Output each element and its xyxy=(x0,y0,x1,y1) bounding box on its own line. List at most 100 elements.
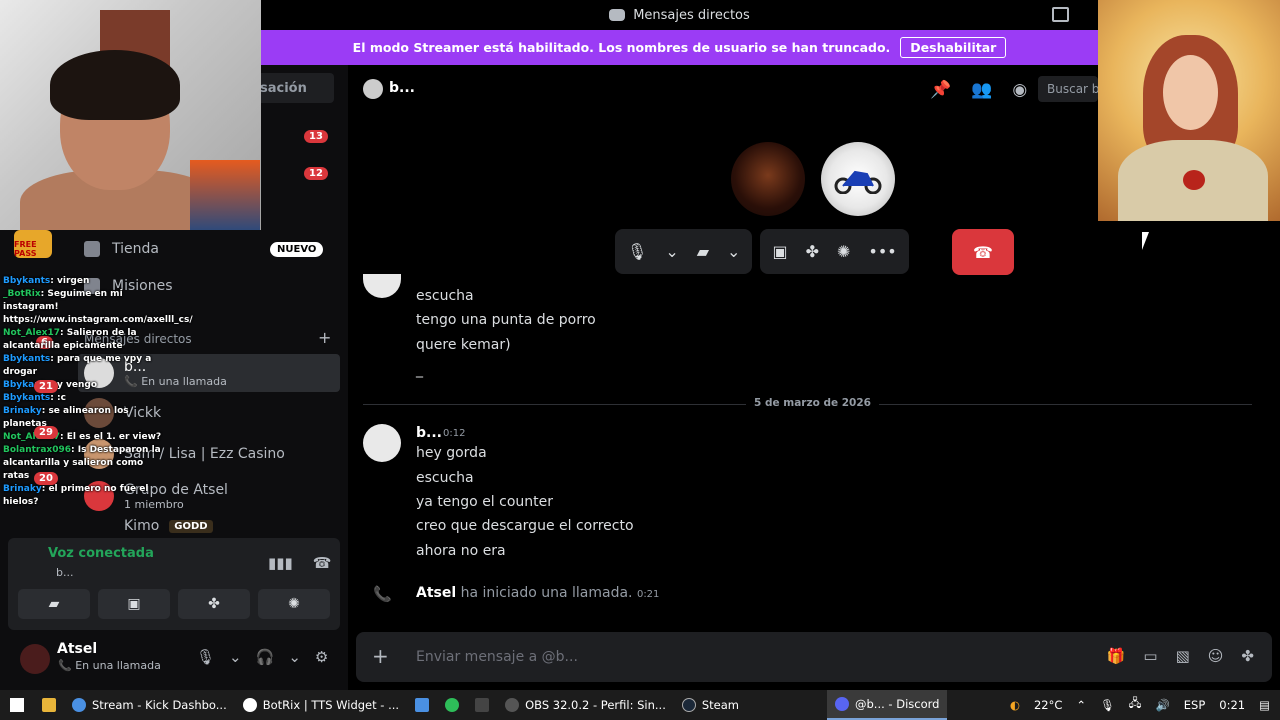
message-text: ahora no era xyxy=(416,543,506,559)
voice-activity-icon[interactable]: ▮▮▮ xyxy=(268,554,293,572)
temperature[interactable]: 22°C xyxy=(1034,698,1062,712)
soundboard-icon[interactable]: ✺ xyxy=(837,242,850,261)
disable-streamer-button[interactable]: Deshabilitar xyxy=(900,37,1007,58)
network-icon[interactable]: 🖧 xyxy=(1129,696,1142,715)
participant-avatar[interactable] xyxy=(731,142,805,216)
message-text: hey gorda xyxy=(416,445,487,461)
user-avatar[interactable] xyxy=(20,644,50,674)
message-text: escucha xyxy=(416,288,474,304)
mic-icon[interactable]: 🎙 xyxy=(196,648,215,666)
taskbar-item-steam[interactable]: Steam xyxy=(674,690,747,720)
user-status: 📞 En una llamada xyxy=(58,659,161,672)
language[interactable]: ESP xyxy=(1184,698,1206,712)
attach-icon[interactable]: + xyxy=(372,644,389,668)
volume-icon[interactable]: 🔊 xyxy=(1155,698,1169,712)
search-input[interactable]: Buscar b xyxy=(1038,76,1098,102)
create-dm-icon[interactable]: + xyxy=(318,328,331,347)
chat-message: Bbykants: virgen xyxy=(3,276,90,286)
camera-off-icon[interactable]: ▰ xyxy=(697,242,709,261)
gift-icon[interactable]: 🎁 xyxy=(1107,647,1126,665)
terminal-button[interactable] xyxy=(467,690,497,720)
mail-button[interactable] xyxy=(407,690,437,720)
conversation-search[interactable]: sación xyxy=(252,73,334,103)
weather-icon[interactable]: ◐ xyxy=(1010,698,1020,712)
notifications-icon[interactable]: ▤ xyxy=(1259,698,1270,712)
taskbar-item-kick[interactable]: Stream - Kick Dashbo... xyxy=(64,690,235,720)
sacred-heart xyxy=(1183,170,1205,190)
chevron-down-icon[interactable]: ⌄ xyxy=(288,648,301,666)
composer-placeholder: Enviar mensaje a @b... xyxy=(416,649,578,665)
streamer-hair xyxy=(50,50,180,120)
nav-store[interactable]: Tienda xyxy=(84,241,159,257)
chrome-button[interactable] xyxy=(437,690,467,720)
more-icon[interactable]: ••• xyxy=(868,242,896,261)
chat-message: Brinaky: se alinearon los planetas xyxy=(3,406,129,429)
call-log-entry: Atsel ha iniciado una llamada. 0:21 xyxy=(416,585,659,601)
botrix-icon xyxy=(242,698,257,712)
sticker-icon[interactable]: ▧ xyxy=(1176,647,1190,665)
message-list: escucha tengo una punta de porro quere k… xyxy=(348,274,1280,625)
disconnect-icon[interactable]: ☎ xyxy=(313,554,332,572)
chat-message: Not_Alex17: El es el 1. er view? xyxy=(3,432,162,442)
chevron-down-icon[interactable]: ⌄ xyxy=(229,648,242,666)
screen-share-icon[interactable]: ▣ xyxy=(772,242,787,261)
header-avatar xyxy=(363,79,383,99)
chat-message: Bbykants: para que me vpy a drogar xyxy=(3,354,152,377)
overlay-count-badge: 21 xyxy=(34,380,58,393)
portrait-face xyxy=(1163,55,1218,130)
folder-icon xyxy=(42,698,56,712)
emoji-icon[interactable]: ☺ xyxy=(1208,647,1224,665)
chevron-down-icon[interactable]: ⌄ xyxy=(665,242,678,261)
avatar xyxy=(363,274,401,298)
window-title: Mensajes directos xyxy=(633,7,750,23)
header-name[interactable]: b... xyxy=(389,80,415,96)
clock[interactable]: 0:21 xyxy=(1219,698,1245,712)
file-explorer-button[interactable] xyxy=(34,690,64,720)
unread-badge: 12 xyxy=(304,167,328,180)
message-text: tengo una punta de porro xyxy=(416,312,596,328)
chat-message: Bbykants: y vengo xyxy=(3,380,98,390)
soundboard-button[interactable]: ✺ xyxy=(258,589,330,619)
message-timestamp: 0:12 xyxy=(443,428,466,439)
window-title-bar: Mensajes directos xyxy=(261,0,1098,30)
user-controls: 🎙 ⌄ 🎧 ⌄ ⚙ xyxy=(196,648,328,666)
phone-icon: 📞 xyxy=(373,585,392,603)
system-tray: ◐ 22°C ⌃ 🎙 🖧 🔊 ESP 0:21 ▤ xyxy=(1010,690,1270,720)
dm-tag: GODD xyxy=(169,519,213,533)
call-log-text: ha iniciado una llamada. xyxy=(460,585,633,601)
start-button[interactable] xyxy=(0,690,34,720)
gif-icon[interactable]: ▭ xyxy=(1143,647,1157,665)
message-author[interactable]: b... xyxy=(416,425,442,441)
chat-message: Bbykants: :c xyxy=(3,393,66,403)
add-friend-icon[interactable]: 👥 xyxy=(971,80,992,100)
call-log-user[interactable]: Atsel xyxy=(416,585,456,601)
hang-up-button[interactable]: ☎ xyxy=(952,229,1014,275)
taskbar-item-discord[interactable]: @b... - Discord xyxy=(827,690,948,720)
windows-icon xyxy=(10,698,24,712)
message-composer[interactable]: + Enviar mensaje a @b... 🎁 ▭ ▧ ☺ ✤ xyxy=(356,632,1272,682)
mic-icon[interactable]: 🎙 xyxy=(627,242,647,261)
activities-button[interactable]: ✤ xyxy=(178,589,250,619)
discord-icon xyxy=(609,9,626,21)
mail-icon xyxy=(415,698,430,712)
profile-icon[interactable]: ◉ xyxy=(1012,80,1027,100)
discord-icon xyxy=(835,697,849,711)
chevron-up-icon[interactable]: ⌃ xyxy=(1076,698,1086,712)
webcam-left xyxy=(0,0,261,230)
headphones-icon[interactable]: 🎧 xyxy=(256,648,275,666)
author-avatar[interactable] xyxy=(363,424,401,462)
taskbar-item-botrix[interactable]: BotRix | TTS Widget - ... xyxy=(235,690,407,720)
chat-message: Brinaky: el primero no fue el hielos? xyxy=(3,484,149,507)
pin-icon[interactable]: 📌 xyxy=(930,80,951,100)
user-name: Atsel xyxy=(57,641,98,657)
settings-gear-icon[interactable]: ⚙ xyxy=(315,648,328,666)
chat-message: Not_Alex17: Salieron de la alcantarilla … xyxy=(3,328,137,351)
activities-icon[interactable]: ✤ xyxy=(806,242,819,261)
nav-store-label: Tienda xyxy=(112,241,159,257)
taskbar-item-obs[interactable]: OBS 32.0.2 - Perfil: Sin... xyxy=(497,690,674,720)
chevron-down-icon[interactable]: ⌄ xyxy=(727,242,740,261)
apps-icon[interactable]: ✤ xyxy=(1241,647,1254,665)
call-log-time: 0:21 xyxy=(636,589,660,600)
inbox-icon[interactable] xyxy=(1052,7,1069,22)
mic-tray-icon[interactable]: 🎙 xyxy=(1100,698,1115,712)
